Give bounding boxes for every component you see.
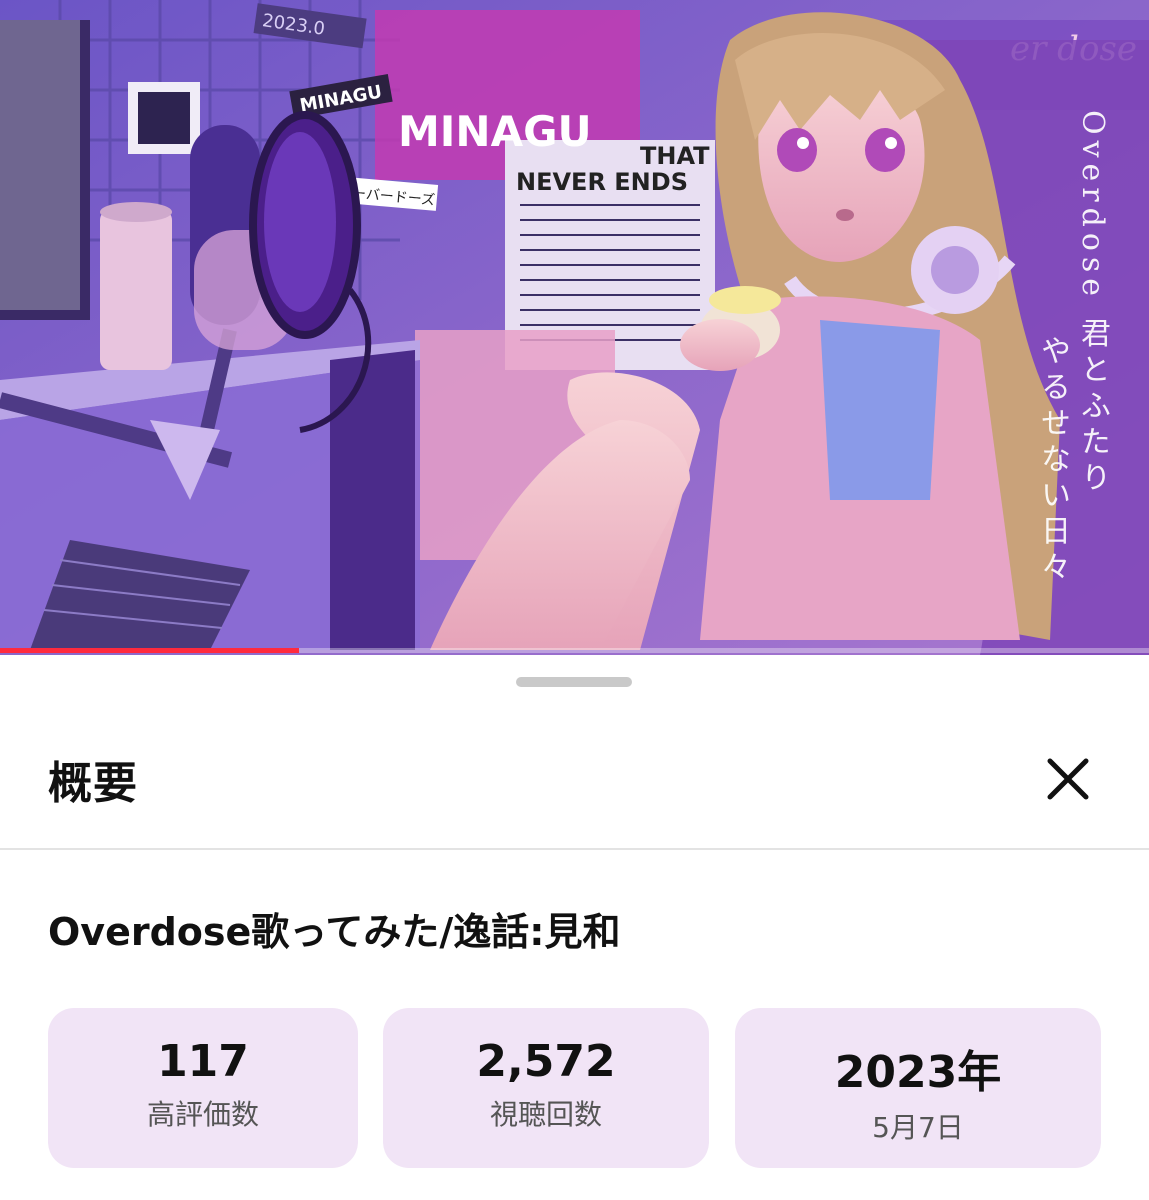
sheet-drag-handle[interactable] xyxy=(516,677,632,687)
likes-label: 高評価数 xyxy=(146,1098,259,1131)
poster-never-ends-text: NEVER ENDS xyxy=(516,168,688,196)
sheet-title: 概要 xyxy=(48,758,138,809)
video-title: Overdose歌ってみた/逸話:見和 xyxy=(48,910,621,954)
video-player[interactable]: MINAGU THAT NEVER ENDS MINAGU オーバードーズ 20… xyxy=(0,0,1149,655)
video-progress-bar[interactable] xyxy=(0,648,1149,653)
video-thumbnail-illustration: MINAGU THAT NEVER ENDS MINAGU オーバードーズ 20… xyxy=(0,0,1149,655)
poster-minagu-text: MINAGU xyxy=(398,107,592,156)
vertical-lyric-line1: Overdose 君とふたり xyxy=(1075,110,1110,498)
video-progress-fill xyxy=(0,648,299,653)
vertical-lyric-line2: やるせない日々 xyxy=(1035,335,1070,587)
views-stat-card: 2,572 視聴回数 xyxy=(383,1008,709,1168)
date-stat-card: 2023年 5月7日 xyxy=(735,1008,1101,1168)
likes-stat-card: 117 高評価数 xyxy=(48,1008,358,1168)
close-button[interactable] xyxy=(1040,751,1096,807)
upload-date: 5月7日 xyxy=(872,1111,964,1144)
poster-that-text: THAT xyxy=(640,142,710,170)
likes-count: 117 xyxy=(157,1036,249,1087)
close-icon xyxy=(1047,758,1089,800)
views-label: 視聴回数 xyxy=(489,1098,602,1131)
upload-year: 2023年 xyxy=(834,1047,1002,1098)
views-count: 2,572 xyxy=(476,1036,616,1087)
description-sheet: 概要 Overdose歌ってみた/逸話:見和 117 高評価数 2,572 視聴… xyxy=(0,655,1149,1200)
sheet-divider xyxy=(0,848,1149,850)
